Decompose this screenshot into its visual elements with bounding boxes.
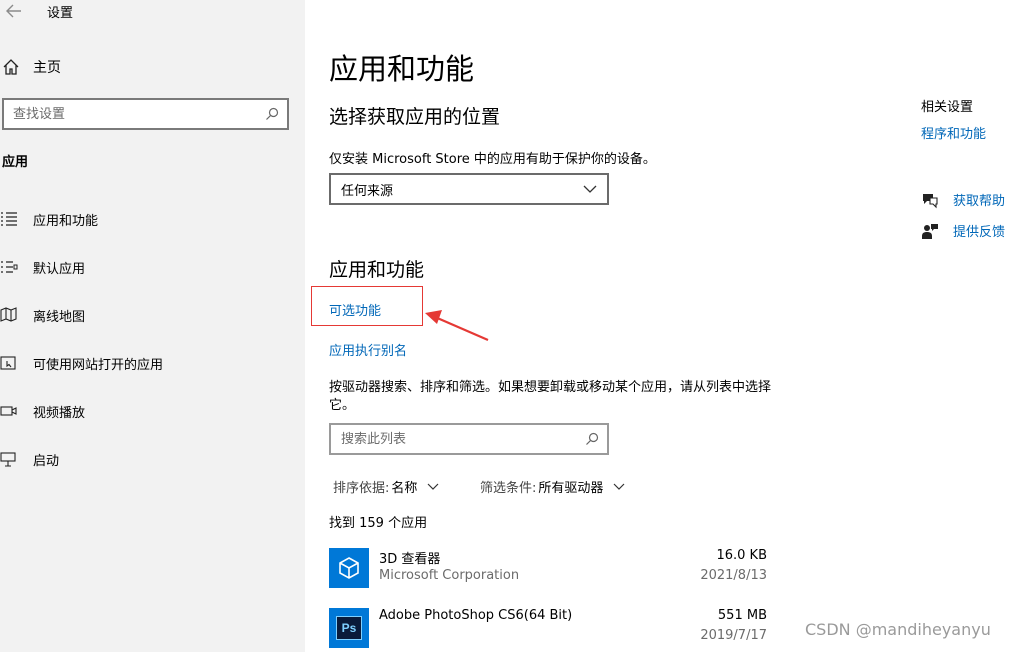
sidebar-section-apps: 应用 bbox=[2, 155, 29, 170]
features-description: 按驱动器搜索、排序和筛选。如果想要卸载或移动某个应用，请从列表中选择它。 bbox=[329, 380, 772, 413]
get-help-link[interactable]: 获取帮助 bbox=[921, 190, 1005, 209]
3d-viewer-icon bbox=[329, 548, 369, 588]
annotation-arrow-icon bbox=[425, 310, 489, 342]
source-heading: 选择获取应用的位置 bbox=[329, 106, 501, 128]
app-date: 2021/8/13 bbox=[700, 568, 767, 583]
app-name: 3D 查看器 bbox=[379, 552, 441, 567]
sidebar-home[interactable]: 主页 bbox=[0, 56, 300, 78]
settings-search[interactable] bbox=[2, 98, 289, 130]
chevron-down-icon bbox=[613, 483, 625, 490]
sidebar-item-web-apps[interactable]: 可使用网站打开的应用 bbox=[0, 351, 300, 375]
sidebar-item-label: 离线地图 bbox=[33, 309, 86, 325]
home-icon bbox=[3, 59, 19, 75]
app-publisher: Microsoft Corporation bbox=[379, 568, 520, 583]
app-source-dropdown[interactable]: 任何来源 bbox=[329, 173, 609, 205]
filter-label: 筛选条件: bbox=[480, 481, 537, 496]
list-search-input[interactable] bbox=[331, 430, 585, 448]
features-heading: 应用和功能 bbox=[329, 259, 425, 281]
video-icon bbox=[0, 406, 17, 416]
app-size: 16.0 KB bbox=[716, 548, 767, 563]
filter-dropdown[interactable]: 筛选条件: 所有驱动器 bbox=[480, 477, 625, 496]
related-settings-title: 相关设置 bbox=[921, 100, 974, 115]
page-title: 应用和功能 bbox=[329, 52, 475, 86]
sidebar-home-label: 主页 bbox=[33, 60, 61, 76]
sidebar-item-default-apps[interactable]: 默认应用 bbox=[0, 255, 300, 279]
sort-label: 排序依据: bbox=[333, 481, 390, 496]
list-icon bbox=[1, 212, 17, 226]
app-size: 551 MB bbox=[717, 608, 767, 623]
app-date: 2019/7/17 bbox=[700, 628, 767, 643]
photoshop-icon: Ps bbox=[329, 608, 369, 648]
default-apps-icon bbox=[1, 261, 18, 273]
main-content: 应用和功能 选择获取应用的位置 仅安装 Microsoft Store 中的应用… bbox=[305, 0, 1028, 652]
feedback-label: 提供反馈 bbox=[953, 225, 1006, 240]
app-alias-link[interactable]: 应用执行别名 bbox=[329, 340, 407, 359]
cube-icon bbox=[339, 557, 359, 579]
settings-search-input[interactable] bbox=[4, 105, 265, 123]
sidebar-item-video-playback[interactable]: 视频播放 bbox=[0, 399, 300, 423]
sidebar-item-label: 启动 bbox=[33, 453, 60, 469]
feedback-icon bbox=[922, 223, 938, 239]
sidebar-item-apps-features[interactable]: 应用和功能 bbox=[0, 207, 300, 231]
sidebar-item-offline-maps[interactable]: 离线地图 bbox=[0, 303, 300, 327]
app-list-item[interactable]: Ps Adobe PhotoShop CS6(64 Bit) 551 MB 20… bbox=[329, 608, 769, 654]
sidebar-item-label: 视频播放 bbox=[33, 405, 86, 421]
optional-features-link[interactable]: 可选功能 bbox=[329, 300, 381, 319]
ps-badge-icon: Ps bbox=[336, 616, 362, 640]
app-name: Adobe PhotoShop CS6(64 Bit) bbox=[379, 608, 573, 623]
get-help-label: 获取帮助 bbox=[953, 194, 1006, 209]
sort-value: 名称 bbox=[391, 481, 418, 496]
sort-dropdown[interactable]: 排序依据: 名称 bbox=[333, 477, 439, 496]
back-arrow-icon[interactable] bbox=[4, 2, 24, 20]
programs-features-link[interactable]: 程序和功能 bbox=[921, 123, 986, 142]
sidebar-item-startup[interactable]: 启动 bbox=[0, 447, 300, 471]
chevron-down-icon bbox=[583, 185, 597, 193]
window-title: 设置 bbox=[47, 6, 74, 21]
startup-icon bbox=[0, 452, 16, 467]
search-icon[interactable] bbox=[265, 107, 279, 121]
sidebar-item-label: 默认应用 bbox=[33, 261, 86, 277]
feedback-link[interactable]: 提供反馈 bbox=[921, 221, 1005, 240]
app-count: 找到 159 个应用 bbox=[329, 516, 428, 531]
app-list-item[interactable]: 3D 查看器 Microsoft Corporation 16.0 KB 202… bbox=[329, 548, 769, 594]
search-icon[interactable] bbox=[585, 432, 599, 446]
help-chat-icon bbox=[923, 193, 938, 208]
list-search[interactable] bbox=[329, 423, 609, 455]
map-icon bbox=[0, 307, 17, 322]
watermark: CSDN @mandiheyanyu bbox=[805, 620, 991, 639]
app-source-value: 任何来源 bbox=[341, 183, 394, 199]
sidebar-item-label: 可使用网站打开的应用 bbox=[33, 357, 164, 373]
web-app-icon bbox=[0, 356, 16, 370]
filter-value: 所有驱动器 bbox=[538, 481, 604, 496]
sidebar-item-label: 应用和功能 bbox=[33, 213, 99, 229]
chevron-down-icon bbox=[427, 483, 439, 490]
sidebar: 设置 主页 应用 应用和功能 默认应用 离线地图 bbox=[0, 0, 305, 652]
source-description: 仅安装 Microsoft Store 中的应用有助于保护你的设备。 bbox=[329, 152, 656, 167]
